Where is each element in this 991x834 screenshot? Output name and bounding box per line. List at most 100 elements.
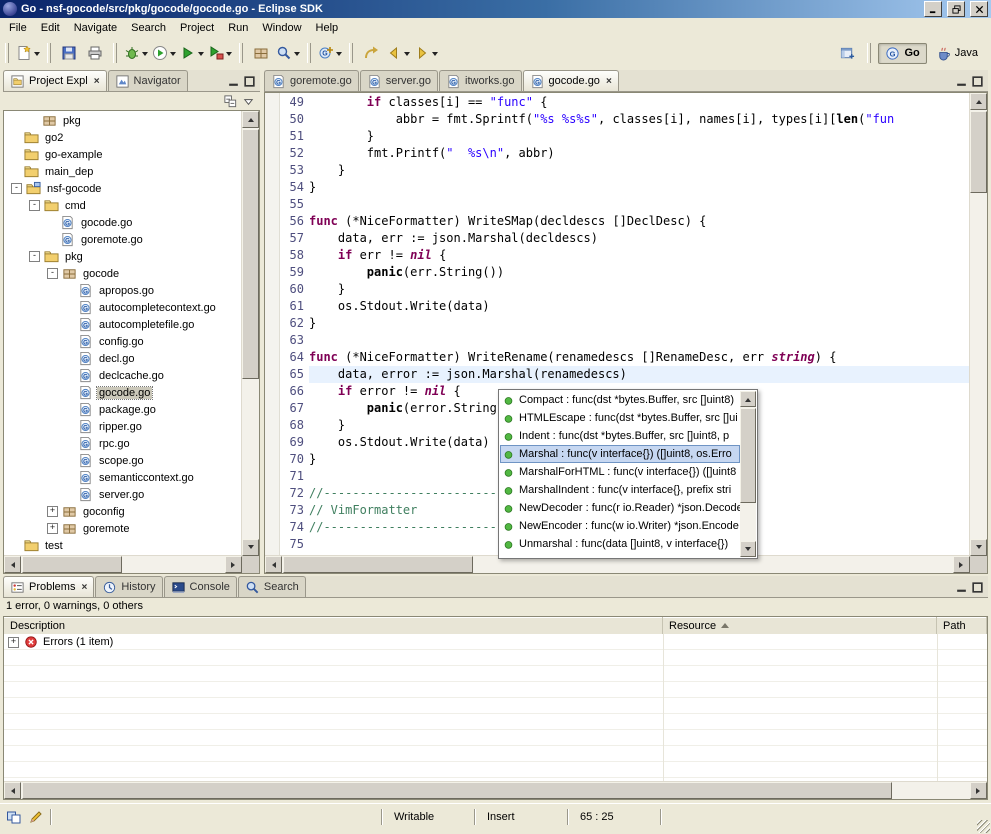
close-button[interactable] — [970, 1, 988, 17]
autocomplete-item[interactable]: MarshalForHTML : func(v interface{}) ([]… — [500, 463, 740, 481]
window-resize-grip[interactable] — [977, 820, 990, 833]
scroll-down-button[interactable] — [242, 539, 259, 556]
fast-view-icon[interactable] — [6, 809, 22, 825]
collapse-toggle[interactable]: - — [47, 268, 58, 279]
code-line-51[interactable]: } — [309, 128, 970, 145]
minimize-view-button[interactable] — [227, 75, 240, 88]
collapse-toggle[interactable]: - — [11, 183, 22, 194]
menu-window[interactable]: Window — [255, 19, 308, 37]
dropdown-arrow-icon[interactable] — [170, 52, 176, 59]
column-header-resource[interactable]: Resource — [663, 617, 937, 634]
maximize-view-button[interactable] — [971, 75, 984, 88]
pencil-icon[interactable] — [28, 809, 44, 825]
collapse-toggle[interactable]: - — [29, 200, 40, 211]
search-button[interactable] — [274, 41, 302, 65]
tree-item-autocompletefile-go[interactable]: Gautocompletefile.go — [5, 316, 242, 333]
scroll-left-button[interactable] — [4, 556, 21, 573]
external-tools-button[interactable] — [206, 41, 234, 65]
scrollbar-thumb[interactable] — [22, 782, 892, 799]
tree-item-rpc-go[interactable]: Grpc.go — [5, 435, 242, 452]
expand-toggle[interactable]: + — [8, 637, 19, 648]
code-line-61[interactable]: os.Stdout.Write(data) — [309, 298, 970, 315]
tree-item-server-go[interactable]: Gserver.go — [5, 486, 242, 503]
tree-item-ripper-go[interactable]: Gripper.go — [5, 418, 242, 435]
tab-problems[interactable]: Problems× — [3, 576, 94, 597]
minimize-button[interactable] — [924, 1, 942, 17]
forward-button[interactable] — [412, 41, 440, 65]
scrollbar-thumb[interactable] — [283, 556, 473, 573]
maximize-view-button[interactable] — [971, 581, 984, 594]
expand-toggle[interactable]: + — [47, 506, 58, 517]
tab-console[interactable]: Console — [164, 576, 237, 597]
editor-vertical-scrollbar[interactable] — [969, 93, 987, 556]
dropdown-arrow-icon[interactable] — [34, 52, 40, 59]
code-line-64[interactable]: func (*NiceFormatter) WriteRename(rename… — [309, 349, 970, 366]
problems-row[interactable]: +Errors (1 item) — [4, 634, 987, 650]
scroll-up-button[interactable] — [242, 111, 259, 128]
perspective-java[interactable]: Java — [929, 43, 985, 64]
debug-button[interactable] — [122, 41, 150, 65]
tree-item-declcache-go[interactable]: Gdeclcache.go — [5, 367, 242, 384]
code-line-52[interactable]: fmt.Printf(" %s\n", abbr) — [309, 145, 970, 162]
tab-server-go[interactable]: Gserver.go — [360, 70, 438, 91]
tree-item-goconfig[interactable]: +goconfig — [5, 503, 242, 520]
code-line-49[interactable]: if classes[i] == "func" { — [309, 94, 970, 111]
minimize-view-button[interactable] — [955, 581, 968, 594]
dropdown-arrow-icon[interactable] — [336, 52, 342, 59]
dropdown-arrow-icon[interactable] — [432, 52, 438, 59]
perspective-go[interactable]: GGo — [878, 43, 926, 64]
tree-item-scope-go[interactable]: Gscope.go — [5, 452, 242, 469]
column-header-description[interactable]: Description — [4, 617, 663, 634]
code-line-60[interactable]: } — [309, 281, 970, 298]
menu-navigate[interactable]: Navigate — [67, 19, 124, 37]
editor-body[interactable]: 4950515253545556575859606162636465666768… — [264, 92, 988, 574]
collapse-all-button[interactable] — [223, 94, 238, 109]
tab-project-expl[interactable]: Project Expl× — [3, 70, 107, 91]
tab-history[interactable]: History — [95, 576, 162, 597]
tab-gocode-go[interactable]: Ggocode.go× — [523, 70, 619, 91]
close-tab-icon[interactable]: × — [94, 76, 100, 87]
autocomplete-item[interactable]: HTMLEscape : func(dst *bytes.Buffer, src… — [500, 409, 740, 427]
close-tab-icon[interactable]: × — [606, 76, 612, 87]
scroll-right-button[interactable] — [225, 556, 242, 573]
problems-table-body[interactable]: +Errors (1 item) — [4, 634, 987, 782]
menu-edit[interactable]: Edit — [34, 19, 67, 37]
new-wizard-button[interactable] — [14, 41, 42, 65]
menu-run[interactable]: Run — [221, 19, 255, 37]
tree-item-go2[interactable]: go2 — [5, 129, 242, 146]
last-edit-location-button[interactable] — [358, 41, 384, 65]
scroll-up-button[interactable] — [740, 391, 756, 407]
dropdown-arrow-icon[interactable] — [198, 52, 204, 59]
close-tab-icon[interactable]: × — [81, 582, 87, 593]
save-button[interactable] — [56, 41, 82, 65]
tree-item-goremote-go[interactable]: Ggoremote.go — [5, 231, 242, 248]
code-line-58[interactable]: if err != nil { — [309, 247, 970, 264]
tree-item-nsf-gocode[interactable]: -nsf-gocode — [5, 180, 242, 197]
tree-item-gocode-go[interactable]: Ggocode.go — [5, 214, 242, 231]
scrollbar-thumb[interactable] — [242, 129, 259, 379]
expand-toggle[interactable]: + — [47, 523, 58, 534]
scroll-down-button[interactable] — [970, 539, 987, 556]
tree-item-go-example[interactable]: go-example — [5, 146, 242, 163]
tree-item-autocompletecontext-go[interactable]: Gautocompletecontext.go — [5, 299, 242, 316]
collapse-toggle[interactable]: - — [29, 251, 40, 262]
tree-item-cmd[interactable]: -cmd — [5, 197, 242, 214]
autocomplete-item[interactable]: NewEncoder : func(w io.Writer) *json.Enc… — [500, 517, 740, 535]
autocomplete-item[interactable]: Unmarshal : func(data []uint8, v interfa… — [500, 535, 740, 553]
column-header-path[interactable]: Path — [937, 617, 987, 634]
menu-file[interactable]: File — [2, 19, 34, 37]
go-package-button[interactable] — [248, 41, 274, 65]
back-button[interactable] — [384, 41, 412, 65]
code-line-56[interactable]: func (*NiceFormatter) WriteSMap(decldesc… — [309, 213, 970, 230]
autocomplete-item[interactable]: Marshal : func(v interface{}) ([]uint8, … — [500, 445, 740, 463]
autocomplete-item[interactable]: NewDecoder : func(r io.Reader) *json.Dec… — [500, 499, 740, 517]
tree-item-package-go[interactable]: Gpackage.go — [5, 401, 242, 418]
dropdown-arrow-icon[interactable] — [404, 52, 410, 59]
tree-horizontal-scrollbar[interactable] — [4, 555, 242, 573]
code-line-65[interactable]: data, error := json.Marshal(renamedescs) — [309, 366, 970, 383]
tab-itworks-go[interactable]: Gitworks.go — [439, 70, 522, 91]
scroll-left-button[interactable] — [265, 556, 282, 573]
problems-horizontal-scrollbar[interactable] — [4, 781, 987, 799]
scroll-right-button[interactable] — [953, 556, 970, 573]
tree-item-gocode-go[interactable]: Ggocode.go — [5, 384, 242, 401]
